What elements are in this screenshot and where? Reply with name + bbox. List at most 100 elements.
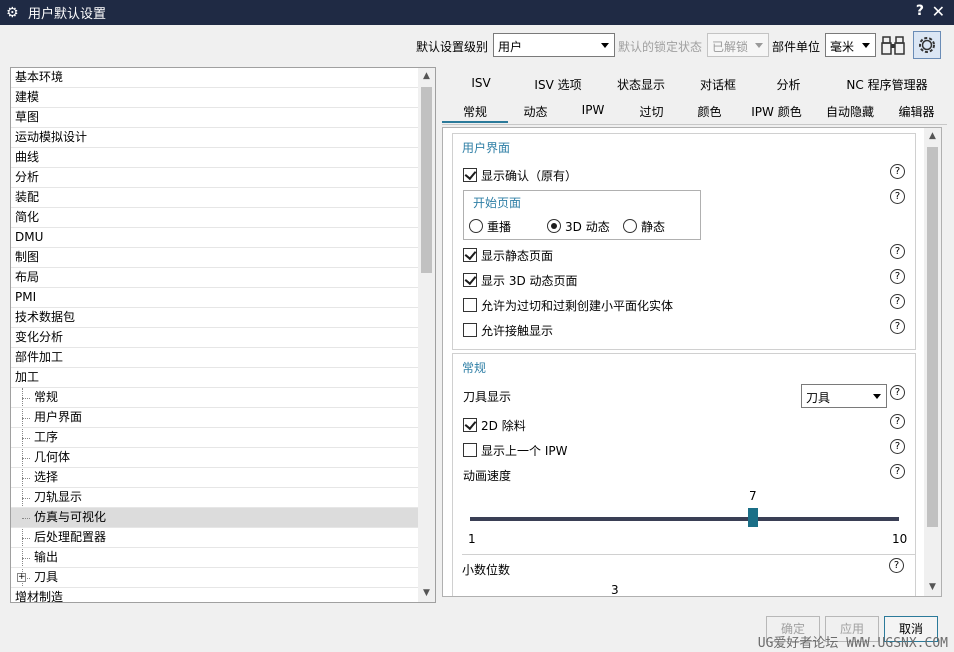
- radio-static-row[interactable]: 静态: [623, 217, 665, 235]
- show-prev-ipw-row[interactable]: 显示上一个 IPW: [463, 441, 567, 459]
- tree-item[interactable]: DMU: [11, 228, 418, 248]
- tree-scrollbar[interactable]: ▲ ▼: [418, 68, 435, 602]
- show-3d-page-checkbox[interactable]: [463, 273, 477, 287]
- settings-button[interactable]: [913, 31, 941, 59]
- tree-child-item[interactable]: 选择: [11, 468, 418, 488]
- tree-item[interactable]: 加工: [11, 368, 418, 388]
- tree-item[interactable]: 运动模拟设计: [11, 128, 418, 148]
- tab-r2-2[interactable]: IPW: [563, 99, 623, 123]
- show-static-page-checkbox[interactable]: [463, 248, 477, 262]
- show-prev-ipw-checkbox[interactable]: [463, 443, 477, 457]
- radio-replay[interactable]: [469, 219, 483, 233]
- tree-child-item[interactable]: 几何体: [11, 448, 418, 468]
- radio-3d-row[interactable]: 3D 动态: [547, 217, 610, 235]
- tree-child-item[interactable]: 用户界面: [11, 408, 418, 428]
- scroll-down-icon[interactable]: ▼: [418, 585, 435, 602]
- tree-item[interactable]: 制图: [11, 248, 418, 268]
- tree-child-item[interactable]: 仿真与可视化: [11, 508, 418, 528]
- tree-item[interactable]: 技术数据包: [11, 308, 418, 328]
- tab-r2-3[interactable]: 过切: [623, 99, 680, 123]
- tree-item[interactable]: 增材制造: [11, 588, 418, 602]
- show-3d-page-row[interactable]: 显示 3D 动态页面: [463, 271, 578, 289]
- expand-icon[interactable]: +: [17, 573, 26, 582]
- tree-child-item[interactable]: 后处理配置器: [11, 528, 418, 548]
- tab-r2-6[interactable]: 自动隐藏: [814, 99, 886, 123]
- help-icon[interactable]: ?: [890, 269, 905, 284]
- content-scroll-thumb[interactable]: [927, 147, 938, 527]
- anim-speed-value: 7: [749, 489, 757, 503]
- allow-flat-solid-checkbox[interactable]: [463, 298, 477, 312]
- tree-item[interactable]: PMI: [11, 288, 418, 308]
- help-icon[interactable]: ?: [890, 385, 905, 400]
- tree-item[interactable]: 布局: [11, 268, 418, 288]
- start-page-title: 开始页面: [473, 196, 522, 210]
- help-icon[interactable]: ?: [890, 414, 905, 429]
- tree-child-item[interactable]: 刀轨显示: [11, 488, 418, 508]
- allow-contact-row[interactable]: 允许接触显示: [463, 321, 553, 339]
- anim-speed-slider-thumb[interactable]: [748, 508, 758, 527]
- radio-3d[interactable]: [547, 219, 561, 233]
- tree-item[interactable]: 简化: [11, 208, 418, 228]
- help-icon[interactable]: ?: [890, 439, 905, 454]
- help-icon[interactable]: ?: [889, 558, 904, 573]
- lock-state-select[interactable]: 已解锁: [707, 33, 769, 57]
- help-icon[interactable]: ?: [890, 319, 905, 334]
- tab-r1-1[interactable]: ISV 选项: [520, 72, 596, 96]
- tab-r1-2[interactable]: 状态显示: [596, 72, 686, 96]
- gear-icon: ⚙: [6, 4, 19, 21]
- tree-child-item[interactable]: 常规: [11, 388, 418, 408]
- show-confirm-row[interactable]: 显示确认（原有）: [463, 166, 577, 184]
- tab-r2-1[interactable]: 动态: [508, 99, 563, 123]
- content-scrollbar[interactable]: ▲ ▼: [924, 128, 941, 596]
- tree-item[interactable]: 曲线: [11, 148, 418, 168]
- tab-r2-7[interactable]: 编辑器: [886, 99, 947, 123]
- tree-child-item[interactable]: 输出: [11, 548, 418, 568]
- tree-item[interactable]: 部件加工: [11, 348, 418, 368]
- show-confirm-checkbox[interactable]: [463, 168, 477, 182]
- help-icon[interactable]: ?: [890, 164, 905, 179]
- anim-speed-slider-track[interactable]: [470, 517, 899, 521]
- tree-connector: [22, 538, 30, 539]
- radio-static[interactable]: [623, 219, 637, 233]
- section-title-general: 常规: [462, 361, 487, 375]
- tree-child-item[interactable]: 刀具: [11, 568, 418, 588]
- tab-r2-5[interactable]: IPW 颜色: [739, 99, 814, 123]
- default-level-select[interactable]: 用户: [493, 33, 615, 57]
- tree-item[interactable]: 基本环境: [11, 68, 418, 88]
- help-icon[interactable]: ?: [890, 189, 905, 204]
- show-static-page-row[interactable]: 显示静态页面: [463, 246, 553, 264]
- allow-flat-solid-label: 允许为过切和过剩创建小平面化实体: [481, 298, 674, 313]
- allow-contact-checkbox[interactable]: [463, 323, 477, 337]
- tab-r1-4[interactable]: 分析: [750, 72, 827, 96]
- tab-r2-0[interactable]: 常规: [442, 99, 508, 123]
- help-button[interactable]: ?: [916, 3, 924, 19]
- category-tree[interactable]: ▲ ▼ 基本环境 建模 草图 运动模拟设计 曲线 分析 装配 简化 DMU 制图 布局 PMI 技术数据…: [10, 67, 436, 603]
- scroll-up-icon[interactable]: ▲: [418, 68, 435, 85]
- allow-flat-solid-row[interactable]: 允许为过切和过剩创建小平面化实体: [463, 296, 673, 314]
- tree-item[interactable]: 变化分析: [11, 328, 418, 348]
- tree-item[interactable]: 建模: [11, 88, 418, 108]
- tool-display-select[interactable]: 刀具: [801, 384, 887, 408]
- radio-replay-row[interactable]: 重播: [469, 217, 511, 235]
- tree-scroll-thumb[interactable]: [421, 87, 432, 273]
- tab-r2-4[interactable]: 颜色: [680, 99, 739, 123]
- scroll-up-icon[interactable]: ▲: [924, 128, 941, 145]
- tree-child-item[interactable]: 工序: [11, 428, 418, 448]
- help-icon[interactable]: ?: [890, 464, 905, 479]
- tabs-divider: [442, 124, 947, 125]
- remove-2d-checkbox[interactable]: [463, 418, 477, 432]
- tab-r1-3[interactable]: 对话框: [686, 72, 750, 96]
- part-unit-select[interactable]: 毫米: [825, 33, 876, 57]
- find-button[interactable]: [879, 31, 907, 59]
- tree-item[interactable]: 草图: [11, 108, 418, 128]
- scroll-down-icon[interactable]: ▼: [924, 579, 941, 596]
- remove-2d-row[interactable]: 2D 除料: [463, 416, 526, 434]
- close-button[interactable]: ✕: [932, 2, 945, 21]
- tree-item[interactable]: 装配: [11, 188, 418, 208]
- tree-connector: [22, 458, 30, 459]
- tab-r1-5[interactable]: NC 程序管理器: [827, 72, 947, 96]
- help-icon[interactable]: ?: [890, 294, 905, 309]
- tree-item[interactable]: 分析: [11, 168, 418, 188]
- tab-r1-0[interactable]: ISV: [442, 72, 520, 96]
- help-icon[interactable]: ?: [890, 244, 905, 259]
